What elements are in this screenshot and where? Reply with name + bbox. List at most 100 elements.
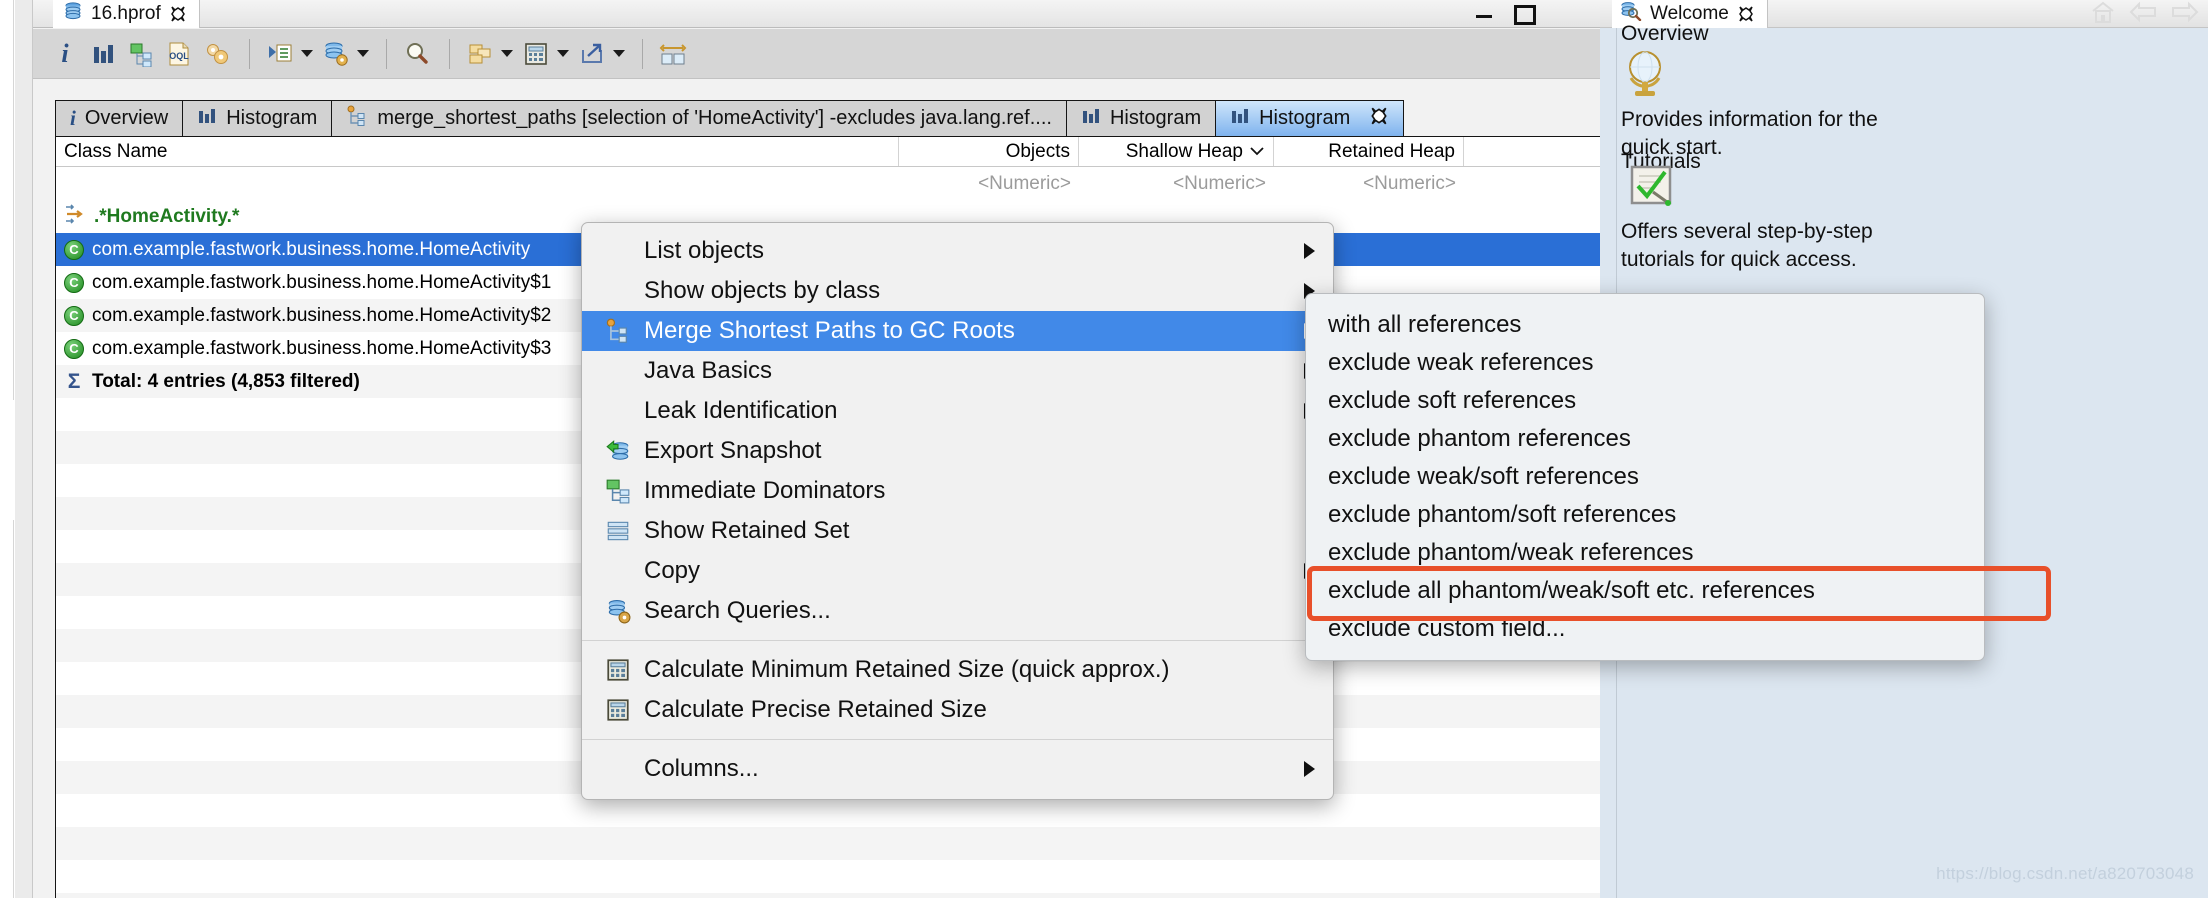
chevron-down-icon[interactable] xyxy=(500,36,514,72)
editor-tabbar: 16.hprof xyxy=(33,0,1600,28)
filter-cell-class-name[interactable] xyxy=(56,167,899,200)
submenu-item-exclude-phantom-weak[interactable]: exclude phantom/weak references xyxy=(1306,534,1984,572)
column-label: Class Name xyxy=(64,140,168,162)
tab-overview[interactable]: i Overview xyxy=(55,100,183,136)
app-root: 16.hprof i OQL i Overview Histogram merg… xyxy=(0,0,2208,898)
tab-label: Histogram xyxy=(1259,107,1351,129)
chevron-down-icon[interactable] xyxy=(356,36,370,72)
menu-item-show-retained-set[interactable]: Show Retained Set xyxy=(582,511,1333,551)
histogram-icon[interactable] xyxy=(85,36,121,72)
menu-item-label: Leak Identification xyxy=(644,397,838,424)
column-header-class-name[interactable]: Class Name xyxy=(56,137,899,166)
merge-paths-icon xyxy=(346,105,368,133)
submenu-item-label: exclude weak/soft references xyxy=(1328,463,1639,490)
submenu-item-exclude-phantom[interactable]: exclude phantom references xyxy=(1306,420,1984,458)
submenu-arrow-icon xyxy=(1304,761,1315,777)
oql-icon[interactable]: OQL xyxy=(161,36,197,72)
tab-label: merge_shortest_paths [selection of 'Home… xyxy=(377,107,1052,129)
table-filter-row[interactable]: <Numeric> <Numeric> <Numeric> xyxy=(56,167,1600,200)
chevron-down-icon[interactable] xyxy=(612,36,626,72)
find-icon[interactable] xyxy=(399,36,435,72)
globe-icon[interactable] xyxy=(1623,48,1669,106)
menu-item-export-snapshot[interactable]: Export Snapshot xyxy=(582,431,1333,471)
tab-label: Histogram xyxy=(1109,107,1202,129)
class-icon: C xyxy=(64,239,84,260)
column-header-retained-heap[interactable]: Retained Heap xyxy=(1274,137,1464,166)
tab-merge-shortest-paths[interactable]: merge_shortest_paths [selection of 'Home… xyxy=(331,100,1066,136)
heap-dump-icon xyxy=(63,1,83,27)
tutorial-icon[interactable] xyxy=(1629,164,1675,216)
menu-icon-placeholder xyxy=(604,756,632,782)
submenu-item-exclude-all[interactable]: exclude all phantom/weak/soft etc. refer… xyxy=(1306,572,1984,610)
tab-histogram-1[interactable]: Histogram xyxy=(182,100,332,136)
run-expert-system-icon[interactable] xyxy=(262,36,298,72)
calculator-icon xyxy=(604,697,632,723)
chevron-down-icon xyxy=(1249,141,1265,163)
overview-info-icon[interactable]: i xyxy=(47,36,83,72)
menu-item-java-basics[interactable]: Java Basics xyxy=(582,351,1333,391)
search-queries-icon xyxy=(604,598,632,624)
menu-item-copy[interactable]: Copy xyxy=(582,551,1333,591)
column-header-shallow-heap[interactable]: Shallow Heap xyxy=(1079,137,1274,166)
tab-histogram-3-active[interactable]: Histogram xyxy=(1215,100,1405,136)
menu-item-calculate-minimum-retained-size[interactable]: Calculate Minimum Retained Size (quick a… xyxy=(582,650,1333,690)
export-icon[interactable] xyxy=(574,36,610,72)
compare-icon[interactable] xyxy=(655,36,691,72)
menu-item-search-queries[interactable]: Search Queries... xyxy=(582,591,1333,631)
table-empty-row xyxy=(56,827,1600,860)
column-header-objects[interactable]: Objects xyxy=(899,137,1079,166)
menu-item-immediate-dominators[interactable]: Immediate Dominators xyxy=(582,471,1333,511)
filter-cell-retained[interactable]: <Numeric> xyxy=(1274,167,1464,200)
queries-icon[interactable] xyxy=(199,36,235,72)
menu-item-label: Calculate Minimum Retained Size (quick a… xyxy=(644,656,1170,683)
menu-icon-placeholder xyxy=(604,238,632,264)
heap-settings-icon[interactable] xyxy=(318,36,354,72)
minimize-button[interactable] xyxy=(1473,2,1495,24)
left-view-tab[interactable] xyxy=(0,400,14,520)
menu-item-label: Search Queries... xyxy=(644,597,831,624)
menu-item-merge-shortest-paths[interactable]: Merge Shortest Paths to GC Roots xyxy=(582,311,1333,351)
back-icon[interactable] xyxy=(2128,1,2158,28)
filter-cell-shallow[interactable]: <Numeric> xyxy=(1079,167,1274,200)
submenu-item-exclude-phantom-soft[interactable]: exclude phantom/soft references xyxy=(1306,496,1984,534)
sum-icon: Σ xyxy=(67,369,81,393)
submenu-item-exclude-weak[interactable]: exclude weak references xyxy=(1306,344,1984,382)
menu-item-list-objects[interactable]: List objects xyxy=(582,231,1333,271)
home-icon[interactable] xyxy=(2090,0,2116,29)
tab-histogram-2[interactable]: Histogram xyxy=(1065,100,1216,136)
submenu-item-exclude-weak-soft[interactable]: exclude weak/soft references xyxy=(1306,458,1984,496)
close-icon[interactable] xyxy=(1369,106,1389,132)
row-label: com.example.fastwork.business.home.HomeA… xyxy=(92,271,552,293)
close-icon[interactable] xyxy=(169,5,187,23)
regex-filter-icon xyxy=(64,203,86,231)
filter-cell-objects[interactable]: <Numeric> xyxy=(899,167,1079,200)
menu-item-label: Show objects by class xyxy=(644,277,881,304)
menu-item-calculate-precise-retained-size[interactable]: Calculate Precise Retained Size xyxy=(582,690,1333,730)
tab-label: Overview xyxy=(84,107,169,129)
table-header: Class Name Objects Shallow Heap Retained… xyxy=(56,137,1600,167)
column-label: Shallow Heap xyxy=(1125,140,1243,162)
merge-paths-icon xyxy=(604,318,632,344)
close-icon[interactable] xyxy=(1737,5,1755,23)
group-by-icon[interactable] xyxy=(462,36,498,72)
tab-label: Histogram xyxy=(226,107,318,129)
menu-item-leak-identification[interactable]: Leak Identification xyxy=(582,391,1333,431)
menu-item-show-objects-by-class[interactable]: Show objects by class xyxy=(582,271,1333,311)
submenu-item-exclude-soft[interactable]: exclude soft references xyxy=(1306,382,1984,420)
chevron-down-icon[interactable] xyxy=(300,36,314,72)
menu-item-columns[interactable]: Columns... xyxy=(582,749,1333,789)
menu-item-label: Export Snapshot xyxy=(644,437,822,464)
dominator-tree-icon[interactable] xyxy=(123,36,159,72)
submenu-item-label: exclude phantom references xyxy=(1328,425,1631,452)
submenu-item-with-all-references[interactable]: with all references xyxy=(1306,306,1984,344)
editor-tab-heap-dump[interactable]: 16.hprof xyxy=(53,0,200,28)
row-spacer xyxy=(1464,233,1600,266)
calculator-icon[interactable] xyxy=(518,36,554,72)
watermark: https://blog.csdn.net/a820703048 xyxy=(1936,864,2194,883)
submenu-item-exclude-custom-field[interactable]: exclude custom field... xyxy=(1306,610,1984,648)
table-empty-row xyxy=(56,860,1600,893)
maximize-button[interactable] xyxy=(1511,2,1536,25)
chevron-down-icon[interactable] xyxy=(556,36,570,72)
welcome-section-text-tutorials: Offers several step-by-step tutorials fo… xyxy=(1621,220,1873,272)
forward-icon[interactable] xyxy=(2170,1,2200,28)
